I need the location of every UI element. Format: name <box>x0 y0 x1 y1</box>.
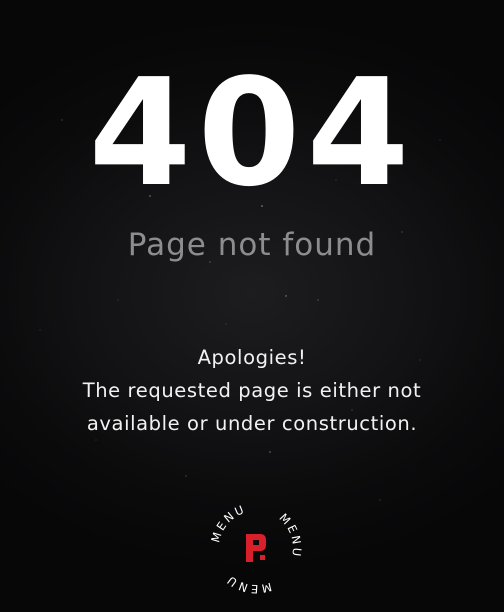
error-code-heading: 404 <box>88 47 416 219</box>
message-line-2: The requested page is either not <box>82 379 422 402</box>
menu-ring-text-3: MENU <box>223 572 273 596</box>
message-line-1: Apologies! <box>197 346 307 369</box>
menu-ring-text: MENU <box>208 502 248 545</box>
menu-word-2: MENU <box>276 511 304 560</box>
message-line-3: available or under construction. <box>86 412 418 435</box>
apology-message: Apologies! The requested page is either … <box>0 341 504 440</box>
menu-word-1: MENU <box>208 502 248 545</box>
menu-circular-badge: MENU MENU MENU <box>208 502 304 596</box>
stylized-p-logo-icon <box>246 534 266 562</box>
page-not-found-subtitle: Page not found <box>127 227 377 263</box>
menu-ring-text-2: MENU <box>276 511 304 560</box>
menu-button[interactable]: MENU MENU MENU <box>208 500 304 596</box>
error-page: 404 Page not found Apologies! The reques… <box>0 0 504 612</box>
menu-word-3: MENU <box>223 572 273 596</box>
